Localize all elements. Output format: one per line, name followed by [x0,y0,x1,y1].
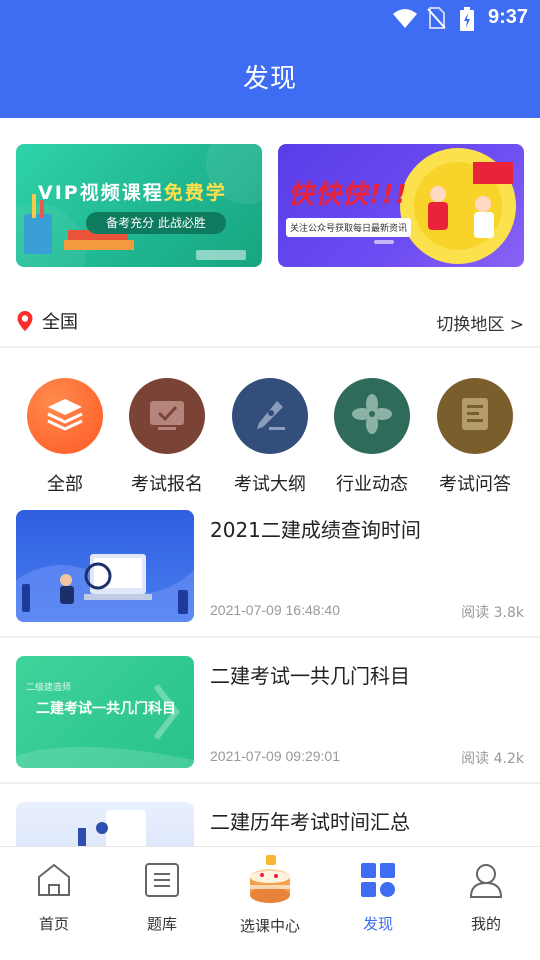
pen-nib-icon [249,393,291,439]
grid-icon [359,861,397,903]
thumbnail-text: 二建考试一共几门科目 [36,701,176,717]
article-date: 2021-07-09 09:29:01 [210,748,340,764]
banner-decoration [16,144,262,267]
banner-subscribe-subtitle: 关注公众号获取每日最新资讯 [286,218,412,237]
nav-label: 选课中心 [239,917,300,935]
category-label: 考试问答 [439,474,511,495]
monitor-check-icon [146,393,188,439]
category-label: 行业动态 [336,474,408,495]
category-news-circle [334,378,410,454]
nav-profile[interactable]: 我的 [432,847,540,947]
nav-label: 发现 [362,915,393,933]
divider [0,346,540,348]
category-label: 全部 [47,474,83,495]
category-industry-news[interactable]: 行业动态 [327,378,417,496]
location-pin-icon [16,310,42,332]
article-read-count: 阅读 4.2k [461,751,524,767]
list-icon [143,861,181,903]
wifi-icon [392,7,418,33]
status-time: 9:37 [487,6,528,28]
banner-vip-subtitle: 备考充分 此战必胜 [86,212,226,234]
nav-home[interactable]: 首页 [0,847,108,947]
thumbnail-small-text: 二级建造师 [26,683,72,693]
article-thumbnail [16,510,194,622]
user-icon [467,861,505,903]
nav-label: 题库 [146,915,177,933]
banner-vip-title: VIP视频课程免费学 [38,182,227,204]
article-date: 2021-07-09 16:48:40 [210,602,340,618]
location-row: 全国 切换地区 > [0,300,540,346]
nav-question-bank[interactable]: 题库 [108,847,216,947]
category-all[interactable]: 全部 [20,378,110,496]
nav-discover[interactable]: 发现 [324,847,432,947]
status-bar: 9:37 [0,0,540,36]
battery-icon [460,7,474,35]
nav-label: 我的 [470,915,501,933]
article-thumbnail: 二级建造师 二建考试一共几门科目 [16,656,194,768]
bottom-nav: 首页 题库 选课中心 发现 我的 [0,846,540,960]
nav-label: 首页 [38,915,69,933]
header: 9:37 发现 [0,0,540,118]
article-read-count: 阅读 3.8k [461,605,524,621]
thumbnail-illustration [16,554,194,622]
article-title: 二建历年考试时间汇总 [210,810,410,834]
article-title: 2021二建成绩查询时间 [210,518,421,542]
fan-icon [351,393,393,439]
category-syllabus[interactable]: 考试大纲 [225,378,315,496]
article-item[interactable]: 2021二建成绩查询时间 2021-07-09 16:48:40 阅读 3.8k [0,510,540,640]
layers-icon [44,393,86,439]
nav-course-center[interactable]: 选课中心 [216,847,324,947]
home-icon [35,861,73,903]
divider [0,636,540,638]
divider [0,782,540,784]
current-location: 全国 [16,308,78,334]
category-registration-circle [129,378,205,454]
category-qa[interactable]: 考试问答 [430,378,520,496]
discover-page: 9:37 发现 VIP视频课程免费学 备考充分 此战必胜 快快快!!! 关注公众… [0,0,540,960]
banner-subscribe-title: 快快快!!! [288,180,408,210]
article-title: 二建考试一共几门科目 [210,664,410,688]
birthday-cake-icon [242,851,298,911]
article-item[interactable]: 二级建造师 二建考试一共几门科目 二建考试一共几门科目 2021-07-09 0… [0,656,540,786]
banner-vip-course[interactable]: VIP视频课程免费学 备考充分 此战必胜 [16,144,262,267]
location-name: 全国 [42,312,78,333]
category-syllabus-circle [232,378,308,454]
document-icon [454,393,496,439]
category-label: 考试大纲 [234,474,306,495]
page-title: 发现 [242,64,297,94]
category-label: 考试报名 [131,474,203,495]
no-sim-icon [426,7,446,33]
banner-subscribe[interactable]: 快快快!!! 关注公众号获取每日最新资讯 [278,144,524,267]
category-all-circle [27,378,103,454]
category-qa-circle [437,378,513,454]
switch-region-link[interactable]: 切换地区 > [436,310,524,335]
category-registration[interactable]: 考试报名 [122,378,212,496]
